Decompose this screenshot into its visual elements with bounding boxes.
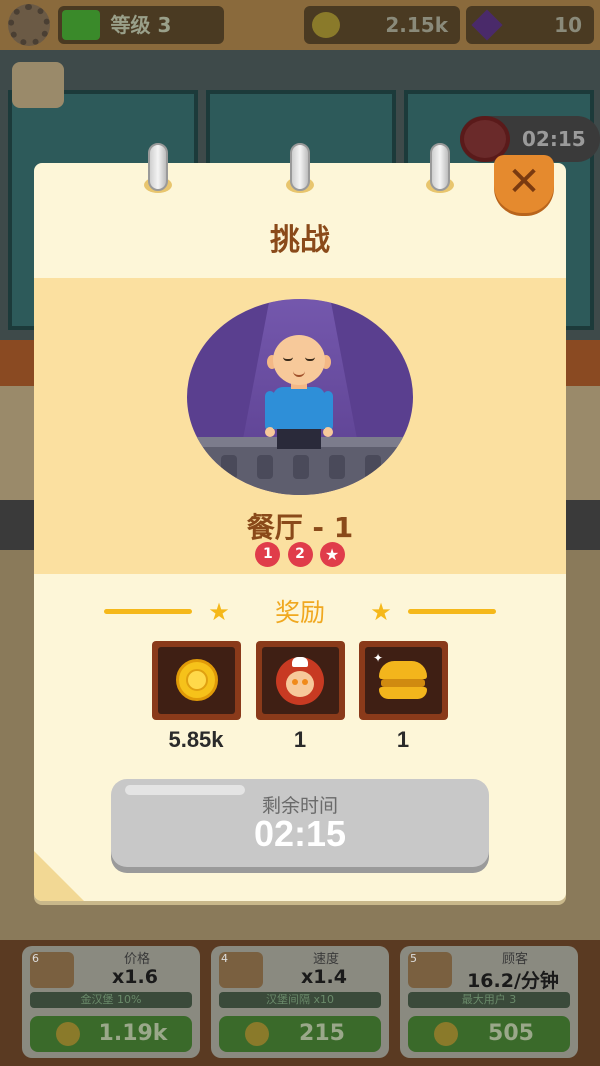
coin-icon (56, 1022, 80, 1046)
upgrade-customers-panel: 5 顾客 16.2/分钟 最大用户 3 505 (400, 946, 578, 1058)
close-icon: ✕ (507, 159, 541, 205)
page-corner-fold (34, 851, 84, 901)
coin-counter: 2.15k (304, 6, 460, 44)
gem-icon (471, 9, 503, 41)
counter-slot (329, 455, 345, 479)
remaining-time-panel: 剩余时间 02:15 (111, 779, 489, 867)
counter-slot (365, 455, 381, 479)
gold-coin-icon (176, 659, 218, 701)
character-pants (277, 429, 321, 449)
restaurant-label: 餐厅 - 1 (246, 511, 354, 544)
top-hud: 等级 3 2.15k 10 (0, 0, 600, 50)
upgrade-price-panel: 6 价格 x1.6 金汉堡 10% 1.19k (22, 946, 200, 1058)
chef-eye (302, 679, 308, 685)
upgrade-level: 5 (410, 952, 417, 965)
stage-badge: 2 (287, 542, 313, 567)
binder-ring (148, 143, 168, 191)
upgrade-buy-button[interactable]: 215 (219, 1016, 381, 1052)
upgrade-title: 顾客 (501, 952, 528, 967)
chef-hat (292, 657, 308, 667)
upgrade-level: 4 (221, 952, 228, 965)
reward-slot-inner (158, 647, 235, 714)
star-icon: ★ (370, 598, 392, 626)
upgrade-cost: 215 (299, 1021, 345, 1046)
coin-icon (312, 12, 340, 38)
reward-slot (152, 641, 241, 720)
upgrade-progress: 汉堡间隔 x10 (219, 992, 381, 1008)
counter-slot (257, 455, 273, 479)
counter-slot (221, 455, 237, 479)
upgrade-value: x1.6 (112, 966, 158, 988)
level-progress-bar: 等级 3 (58, 6, 224, 44)
reward-slot-inner: ✦ (365, 647, 442, 714)
upgrade-buy-button[interactable]: 505 (408, 1016, 570, 1052)
upgrade-buy-button[interactable]: 1.19k (30, 1016, 192, 1052)
coin-icon (434, 1022, 458, 1046)
upgrade-progress: 最大用户 3 (408, 992, 570, 1008)
sparkle-icon: ✦ (373, 651, 384, 665)
counter-slot (293, 455, 309, 479)
upgrade-progress: 金汉堡 10% (30, 992, 192, 1008)
burger-patty (381, 679, 425, 687)
chef-avatar-icon (276, 657, 324, 705)
level-label: 等级 3 (110, 13, 172, 37)
upgrade-cost: 505 (488, 1021, 534, 1046)
reward-value: 1 (396, 727, 410, 752)
upgrade-level: 6 (32, 952, 39, 965)
reward-slot-inner (262, 647, 339, 714)
upgrade-title: 价格 (123, 952, 150, 967)
reward-divider-right (408, 609, 496, 614)
gem-amount: 10 (554, 13, 582, 37)
stage-star-badge: ★ (319, 542, 345, 567)
character-shirt (273, 387, 325, 429)
daily-calendar-icon[interactable] (12, 62, 64, 108)
dialog-title: 挑战 (270, 223, 330, 258)
upgrade-value: x1.4 (301, 966, 347, 988)
character-portrait (187, 299, 413, 495)
chef-eye (292, 679, 298, 685)
stage-indicators: 1 2 ★ (34, 542, 566, 568)
binder-ring (290, 143, 310, 191)
upgrade-value: 16.2/分钟 (467, 970, 559, 992)
challenge-dialog: 挑战 餐厅 - 1 1 2 ★ ★ 奖励 ★ ✦ 5.85k 1 1 剩余时间 … (34, 143, 566, 901)
coin-amount: 2.15k (385, 13, 448, 37)
burger-bun-top (379, 661, 427, 679)
settings-gear-icon[interactable] (8, 4, 50, 46)
coin-icon (245, 1022, 269, 1046)
golden-burger-icon (379, 661, 427, 701)
coin-face (186, 669, 208, 691)
remaining-time-value: 02:15 (253, 813, 347, 854)
binder-ring (430, 143, 450, 191)
upgrade-speed-panel: 4 速度 x1.4 汉堡间隔 x10 215 (211, 946, 389, 1058)
upgrade-title: 速度 (312, 952, 339, 967)
character-head (273, 335, 325, 385)
gem-counter: 10 (466, 6, 594, 44)
chef-face (286, 671, 314, 697)
reward-slot: ✦ (359, 641, 448, 720)
upgrade-cost: 1.19k (98, 1021, 168, 1046)
burger-bun-bottom (379, 687, 427, 699)
close-button[interactable]: ✕ (494, 155, 554, 213)
stage-badge: 1 (255, 542, 281, 567)
reward-slot (256, 641, 345, 720)
restaurant-preview-band: 餐厅 - 1 1 2 ★ (34, 278, 566, 574)
